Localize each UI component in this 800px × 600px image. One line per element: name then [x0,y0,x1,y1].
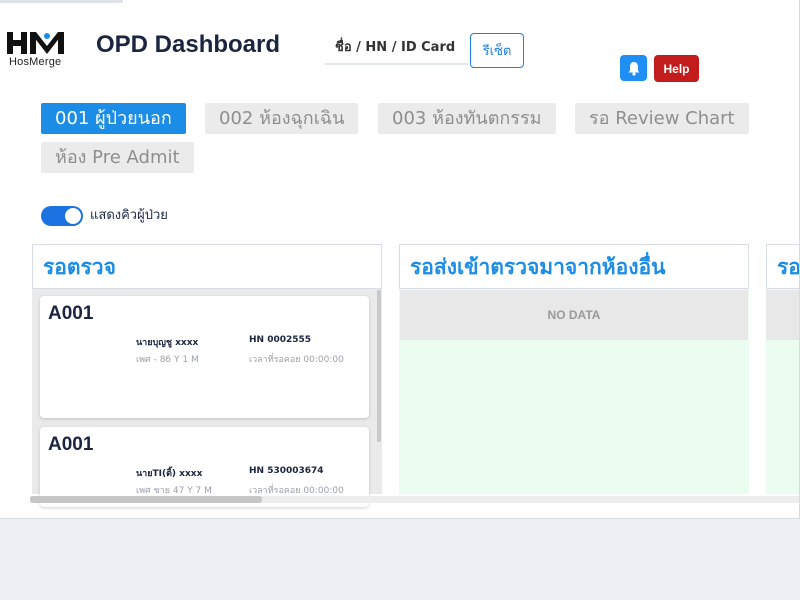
patient-hn: HN 530003674 [249,466,324,476]
column-header-waiting: รอตรวจ [32,244,382,289]
column-header-transfer: รอส่งเข้าตรวจมาจากห้องอื่น [399,244,749,289]
queue-number: A001 [48,303,94,324]
logo-mark-icon [7,32,64,54]
tab-002-emergency[interactable]: 002 ห้องฉุกเฉิน [205,103,359,134]
horizontal-scroll-thumb[interactable] [30,496,262,503]
search-input[interactable] [325,32,468,65]
column-empty-third [766,290,799,340]
help-button[interactable]: Help [654,55,699,82]
column-scrollbar[interactable] [377,290,381,442]
wait-time: เวลาที่รอคอย 00:00:00 [249,486,344,496]
no-data-label: NO DATA [400,290,748,340]
queue-number: A001 [48,434,94,455]
tab-003-dental[interactable]: 003 ห้องทันตกรรม [378,103,556,134]
patient-name: นายบุญชู xxxx [136,338,199,348]
column-title-waiting: รอตรวจ [43,255,116,279]
patient-card[interactable]: A001 นายTI(ติ้) xxxx HN 530003674 เพศ ชา… [40,427,369,507]
column-header-third: รอ [766,244,800,289]
patient-info: เพศ ชาย 47 Y 7 M [136,486,212,496]
hosmerge-logo: HosMerge [7,30,65,72]
patient-card[interactable]: A001 นายบุญชู xxxx HN 0002555 เพศ - 86 Y… [40,296,369,418]
column-title-transfer: รอส่งเข้าตรวจมาจากห้องอื่น [410,255,666,279]
app-window: HosMerge OPD Dashboard รีเซ็ต Help 001 ผ… [0,0,800,519]
top-divider [0,0,123,3]
show-queue-label: แสดงคิวผู้ป่วย [90,208,168,223]
toggle-knob [65,208,81,224]
logo-text: HosMerge [9,56,62,68]
tab-review-chart[interactable]: รอ Review Chart [575,103,749,134]
patient-name: นายTI(ติ้) xxxx [136,469,203,479]
wait-time: เวลาที่รอคอย 00:00:00 [249,355,344,365]
page-title: OPD Dashboard [96,31,281,58]
tab-001-outpatient[interactable]: 001 ผู้ป่วยนอก [41,103,186,134]
reset-button[interactable]: รีเซ็ต [470,33,524,68]
show-queue-toggle[interactable] [41,206,83,226]
bell-icon [628,61,639,76]
patient-info: เพศ - 86 Y 1 M [136,355,199,365]
tab-pre-admit[interactable]: ห้อง Pre Admit [41,142,194,173]
notification-button[interactable] [620,55,647,81]
column-title-third: รอ [777,255,800,279]
patient-hn: HN 0002555 [249,335,312,345]
